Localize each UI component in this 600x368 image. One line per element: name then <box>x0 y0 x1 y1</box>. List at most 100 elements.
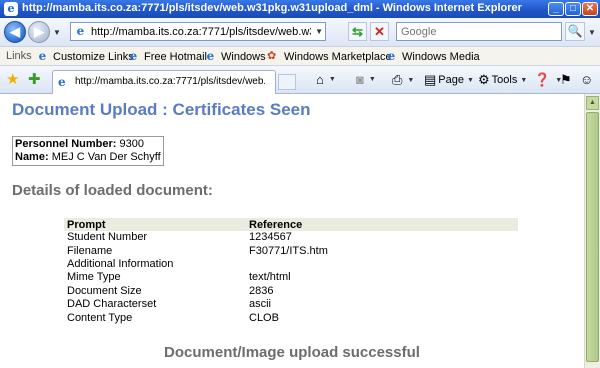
stop-icon: ✕ <box>374 24 385 39</box>
prompt-cell: Student Number <box>67 231 148 244</box>
tab-bar: ★ ✚ e http://mamba.its.co.za:7771/pls/it… <box>0 66 600 94</box>
link-customize-links[interactable]: e Customize Links <box>36 50 134 63</box>
personnel-number-line: Personnel Number: 9300 <box>15 138 161 151</box>
column-header-reference: Reference <box>246 218 518 231</box>
personnel-number-value: 9300 <box>119 138 145 150</box>
home-icon: ⌂ <box>316 72 324 87</box>
ie-icon: e <box>129 49 138 63</box>
home-button[interactable]: ⌂ ▼ <box>316 72 336 87</box>
reference-cell: text/html <box>249 271 291 284</box>
table-row: Student Number 1234567 <box>64 231 518 244</box>
gear-icon: ⚙ <box>478 72 490 87</box>
back-arrow-icon: ◀ <box>10 24 20 39</box>
refresh-button[interactable]: ⇆ <box>348 22 367 41</box>
title-bar: e http://mamba.its.co.za:7771/pls/itsdev… <box>0 0 600 18</box>
search-field[interactable] <box>396 22 562 41</box>
feeds-button[interactable]: ◙ ▼ <box>356 72 376 87</box>
address-field[interactable]: e http://mamba.its.co.za:7771/pls/itsdev… <box>70 22 326 41</box>
link-free-hotmail[interactable]: e Free Hotmail <box>127 50 207 63</box>
help-button[interactable]: ❓ ▼ <box>534 72 562 88</box>
history-dropdown-icon[interactable]: ▼ <box>53 28 61 37</box>
chevron-down-icon[interactable]: ▼ <box>315 27 323 36</box>
vertical-scrollbar[interactable]: ▲ <box>584 94 600 368</box>
link-windows[interactable]: e Windows <box>204 50 266 63</box>
close-button[interactable]: ✕ <box>582 2 598 16</box>
prompt-cell: Content Type <box>67 311 133 324</box>
personnel-name-label: Name: <box>15 151 49 163</box>
link-label: Free Hotmail <box>144 50 207 63</box>
personnel-name-value: MEJ C Van Der Schyff <box>51 151 161 163</box>
prompt-cell: Filename <box>67 244 113 257</box>
forward-button[interactable]: ▶ <box>28 21 50 43</box>
ie-icon: e <box>4 2 18 16</box>
link-label: Customize Links <box>53 50 134 63</box>
research-icon: ⚑ <box>560 72 572 87</box>
personnel-number-label: Personnel Number: <box>15 138 117 150</box>
link-windows-media[interactable]: e Windows Media <box>385 50 480 63</box>
prompt-cell: Additional Information <box>67 257 174 270</box>
window-title: http://mamba.its.co.za:7771/pls/itsdev/w… <box>22 2 522 14</box>
tools-menu[interactable]: ⚙ Tools ▼ <box>478 72 527 88</box>
feeds-icon: ◙ <box>356 72 364 87</box>
prompt-cell: Document Size <box>67 284 142 297</box>
ie-icon: e <box>38 49 47 63</box>
chevron-down-icon[interactable]: ▼ <box>329 76 336 83</box>
ie-icon: e <box>206 49 215 63</box>
star-icon[interactable]: ★ <box>6 72 19 87</box>
link-windows-marketplace[interactable]: ✿ Windows Marketplace <box>267 50 392 63</box>
details-table: Prompt Reference Student Number 1234567 … <box>64 218 518 325</box>
links-bar: Links e Customize Links e Free Hotmail e… <box>0 46 600 66</box>
refresh-icon: ⇆ <box>352 24 363 39</box>
table-row: Additional Information <box>64 258 518 271</box>
personnel-name-line: Name: MEJ C Van Der Schyff <box>15 151 161 164</box>
address-toolbar: ◀ ▶ ▼ e http://mamba.its.co.za:7771/pls/… <box>0 18 600 46</box>
stop-button[interactable]: ✕ <box>370 22 389 41</box>
tab-title: http://mamba.its.co.za:7771/pls/itsdev/w… <box>75 76 265 87</box>
maximize-button[interactable]: □ <box>565 2 581 16</box>
chevron-down-icon[interactable]: ▼ <box>407 77 414 84</box>
messenger-button[interactable]: ☺ <box>580 72 595 87</box>
search-icon: 🔍 <box>567 24 583 38</box>
reference-cell <box>246 258 518 271</box>
prompt-cell: DAD Characterset <box>67 298 157 311</box>
back-button[interactable]: ◀ <box>4 21 26 43</box>
column-header-prompt: Prompt <box>64 218 246 231</box>
upload-success-message: Document/Image upload successful <box>164 344 420 361</box>
tab-current[interactable]: e http://mamba.its.co.za:7771/pls/itsdev… <box>52 70 276 94</box>
page-content: Document Upload : Certificates Seen Pers… <box>0 94 584 368</box>
reference-cell: 1234567 <box>249 231 292 244</box>
ie-icon: e <box>387 49 396 63</box>
page-title: Document Upload : Certificates Seen <box>12 100 311 119</box>
search-button[interactable]: 🔍 <box>565 22 585 41</box>
page-menu[interactable]: ▤ Page ▼ <box>424 72 474 88</box>
details-heading: Details of loaded document: <box>12 182 213 199</box>
address-input[interactable]: http://mamba.its.co.za:7771/pls/itsdev/w… <box>91 26 311 38</box>
messenger-icon: ☺ <box>580 72 594 87</box>
add-favorite-icon[interactable]: ✚ <box>28 72 41 87</box>
chevron-down-icon: ▼ <box>520 76 528 84</box>
search-options-icon[interactable]: ▼ <box>588 28 596 37</box>
print-button[interactable]: ⎙ ▼ <box>392 72 414 88</box>
personnel-info: Personnel Number: 9300 Name: MEJ C Van D… <box>12 136 164 166</box>
page-icon: ▤ <box>424 72 437 87</box>
minimize-button[interactable]: _ <box>548 2 564 16</box>
reference-cell: F30771/ITS.htm <box>249 244 328 257</box>
windows-marketplace-icon: ✿ <box>267 50 277 62</box>
chevron-down-icon[interactable]: ▼ <box>369 76 376 83</box>
table-row: Mime Type text/html <box>64 271 518 284</box>
scroll-up-icon[interactable]: ▲ <box>586 96 599 110</box>
table-row: DAD Characterset ascii <box>64 298 518 311</box>
new-tab-button[interactable] <box>278 74 296 90</box>
table-row: Content Type CLOB <box>64 311 518 324</box>
link-label: Windows Media <box>402 50 480 63</box>
print-icon: ⎙ <box>392 72 403 87</box>
search-input[interactable] <box>397 23 557 40</box>
page-icon: e <box>76 24 85 38</box>
page-icon: e <box>58 75 66 89</box>
research-button[interactable]: ⚑ <box>560 72 574 88</box>
link-label: Windows <box>221 50 266 63</box>
table-row: Filename F30771/ITS.htm <box>64 244 518 257</box>
reference-cell: CLOB <box>249 311 279 324</box>
scrollbar-thumb[interactable] <box>586 112 599 362</box>
help-icon: ❓ <box>534 72 551 87</box>
